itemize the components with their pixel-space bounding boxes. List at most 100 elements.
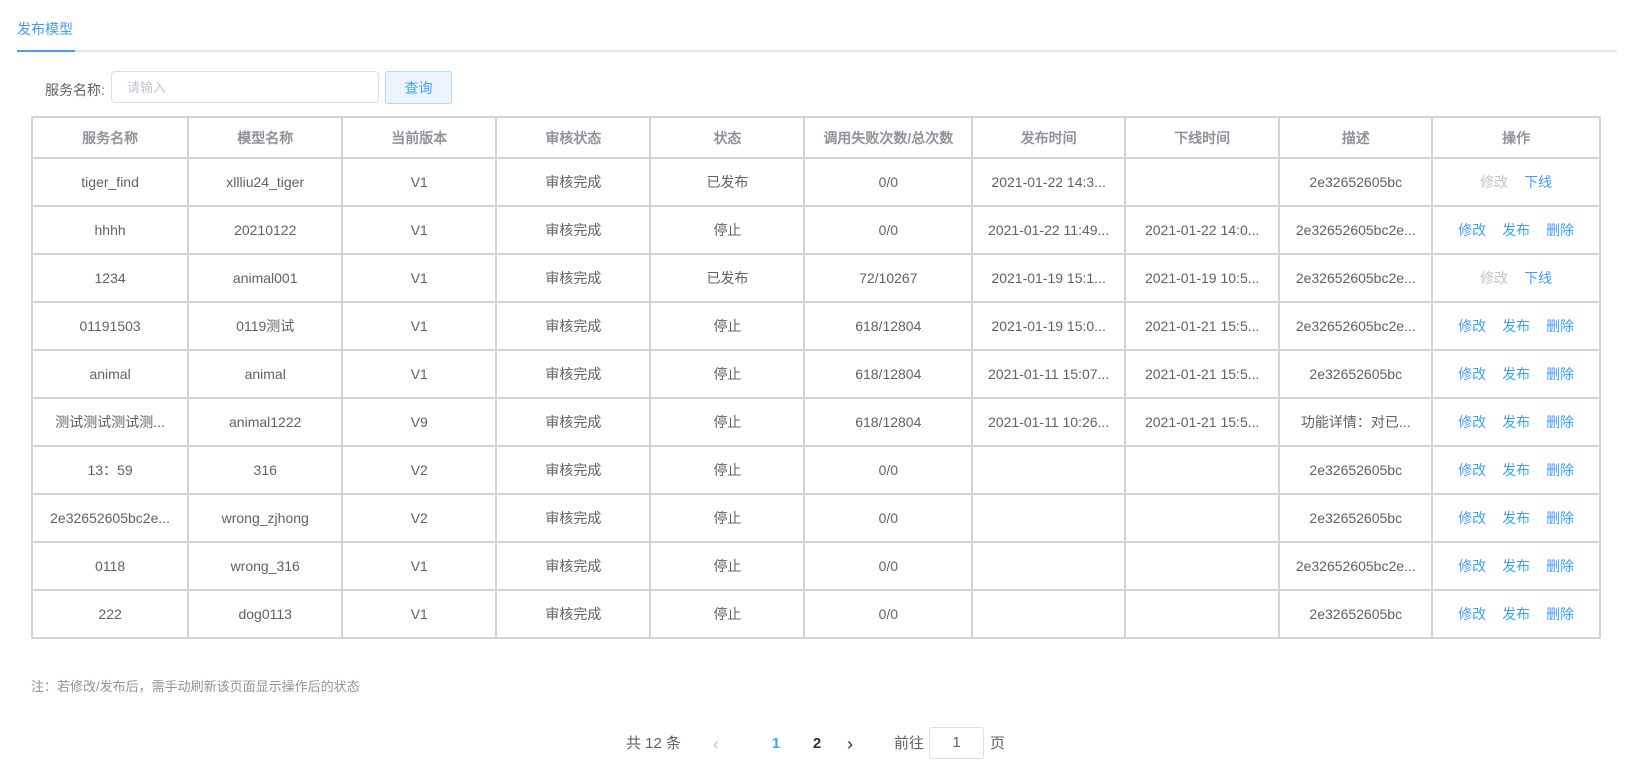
offline-time-cell <box>1124 157 1281 207</box>
table-header-row: 服务名称 模型名称 当前版本 审核状态 状态 调用失败次数/总次数 发布时间 下… <box>30 116 1601 159</box>
chevron-right-icon[interactable]: › <box>842 727 858 761</box>
goto-label: 前往 <box>894 735 925 752</box>
status-cell: 停止 <box>649 349 806 399</box>
service-name-cell: 2e32652605bc2e... <box>30 493 190 543</box>
offline-button[interactable]: 下线 <box>1524 172 1552 192</box>
publish-button[interactable]: 发布 <box>1502 364 1530 384</box>
delete-button[interactable]: 删除 <box>1546 316 1574 336</box>
chevron-left-icon[interactable]: ‹ <box>708 727 724 761</box>
delete-button[interactable]: 删除 <box>1546 604 1574 624</box>
offline-time-cell: 2021-01-19 10:5... <box>1124 253 1281 303</box>
call-count-cell: 0/0 <box>803 205 974 255</box>
description-cell: 2e32652605bc <box>1278 445 1434 495</box>
edit-button[interactable]: 修改 <box>1458 364 1486 384</box>
edit-button[interactable]: 修改 <box>1458 412 1486 432</box>
page-jump-input[interactable] <box>929 727 984 759</box>
edit-button[interactable]: 修改 <box>1458 604 1486 624</box>
actions-cell: 修改 发布 删除 <box>1431 445 1601 495</box>
status-cell: 已发布 <box>649 253 806 303</box>
version-cell: V2 <box>341 445 498 495</box>
review-status-cell[interactable]: 审核完成 <box>495 301 652 351</box>
publish-time-cell: 2021-01-22 14:3... <box>971 157 1127 207</box>
edit-button[interactable]: 修改 <box>1458 460 1486 480</box>
actions-cell: 修改 发布 删除 <box>1431 541 1601 591</box>
call-count-cell: 72/10267 <box>803 253 974 303</box>
column-header: 描述 <box>1278 116 1434 159</box>
review-status-cell[interactable]: 审核完成 <box>495 349 652 399</box>
version-cell: V1 <box>341 541 498 591</box>
actions-cell: 修改 发布 删除 <box>1431 397 1601 447</box>
table-row: 01191503 0119测试 V1 审核完成 停止 618/12804 2021-01-1… <box>30 301 1601 351</box>
publish-button[interactable]: 发布 <box>1502 220 1530 240</box>
service-name-cell: tiger_find <box>30 157 190 207</box>
model-name-cell: animal1222 <box>187 397 344 447</box>
review-status-cell[interactable]: 审核完成 <box>495 157 652 207</box>
service-name-cell: 1234 <box>30 253 190 303</box>
publish-button[interactable]: 发布 <box>1502 604 1530 624</box>
page-1-button[interactable]: 1 <box>765 727 787 761</box>
column-header: 模型名称 <box>187 116 344 159</box>
model-name-cell: animal <box>187 349 344 399</box>
row-actions: 修改 发布 删除 <box>1445 508 1587 528</box>
publish-button[interactable]: 发布 <box>1502 316 1530 336</box>
column-header: 发布时间 <box>971 116 1127 159</box>
delete-button[interactable]: 删除 <box>1546 460 1574 480</box>
edit-button[interactable]: 修改 <box>1458 220 1486 240</box>
status-cell: 停止 <box>649 205 806 255</box>
delete-button[interactable]: 删除 <box>1546 556 1574 576</box>
table-row: 1234 animal001 V1 审核完成 已发布 72/10267 2021-01-19… <box>30 253 1601 303</box>
publish-button[interactable]: 发布 <box>1502 556 1530 576</box>
description-cell: 2e32652605bc2e... <box>1278 541 1434 591</box>
offline-button[interactable]: 下线 <box>1524 268 1552 288</box>
total-count: 共 12 条 <box>626 735 682 752</box>
table-row: hhhh 20210122 V1 审核完成 停止 0/0 2021-01-22 11:49.… <box>30 205 1601 255</box>
offline-time-cell <box>1124 493 1281 543</box>
service-name-cell: 222 <box>30 589 190 639</box>
page-2-button[interactable]: 2 <box>806 727 828 761</box>
delete-button[interactable]: 删除 <box>1546 508 1574 528</box>
publish-button[interactable]: 发布 <box>1502 508 1530 528</box>
column-header: 操作 <box>1431 116 1601 159</box>
publish-time-cell <box>971 541 1127 591</box>
review-status-cell[interactable]: 审核完成 <box>495 253 652 303</box>
review-status-cell[interactable]: 审核完成 <box>495 445 652 495</box>
offline-time-cell <box>1124 541 1281 591</box>
delete-button[interactable]: 删除 <box>1546 412 1574 432</box>
model-name-cell: dog0113 <box>187 589 344 639</box>
review-status-cell[interactable]: 审核完成 <box>495 397 652 447</box>
call-count-cell: 618/12804 <box>803 397 974 447</box>
description-cell: 2e32652605bc2e... <box>1278 205 1434 255</box>
tab-publish-model[interactable]: 发布模型 <box>17 19 73 39</box>
edit-button[interactable]: 修改 <box>1458 508 1486 528</box>
version-cell: V9 <box>341 397 498 447</box>
offline-time-cell: 2021-01-21 15:5... <box>1124 349 1281 399</box>
review-status-cell[interactable]: 审核完成 <box>495 541 652 591</box>
delete-button[interactable]: 删除 <box>1546 364 1574 384</box>
model-name-cell: 316 <box>187 445 344 495</box>
review-status-cell[interactable]: 审核完成 <box>495 205 652 255</box>
offline-time-cell: 2021-01-22 14:0... <box>1124 205 1281 255</box>
review-status-cell[interactable]: 审核完成 <box>495 589 652 639</box>
publish-time-cell <box>971 589 1127 639</box>
review-status-cell[interactable]: 审核完成 <box>495 493 652 543</box>
service-name-label: 服务名称: <box>45 82 105 98</box>
column-header: 当前版本 <box>341 116 498 159</box>
service-name-input[interactable] <box>111 71 379 103</box>
status-cell: 停止 <box>649 397 806 447</box>
table-row: tiger_find xllliu24_tiger V1 审核完成 已发布 0/0 2021… <box>30 157 1601 207</box>
query-button[interactable]: 查询 <box>385 71 452 104</box>
tab-active-indicator <box>17 50 75 52</box>
description-cell: 功能详情：对已... <box>1278 397 1434 447</box>
offline-time-cell <box>1124 445 1281 495</box>
edit-button[interactable]: 修改 <box>1458 316 1486 336</box>
call-count-cell: 618/12804 <box>803 301 974 351</box>
publish-time-cell: 2021-01-11 10:26... <box>971 397 1127 447</box>
version-cell: V1 <box>341 157 498 207</box>
delete-button[interactable]: 删除 <box>1546 220 1574 240</box>
row-actions: 修改 发布 删除 <box>1445 604 1587 624</box>
publish-button[interactable]: 发布 <box>1502 412 1530 432</box>
publish-button[interactable]: 发布 <box>1502 460 1530 480</box>
model-name-cell: wrong_316 <box>187 541 344 591</box>
edit-button[interactable]: 修改 <box>1458 556 1486 576</box>
actions-cell: 修改 发布 删除 <box>1431 205 1601 255</box>
